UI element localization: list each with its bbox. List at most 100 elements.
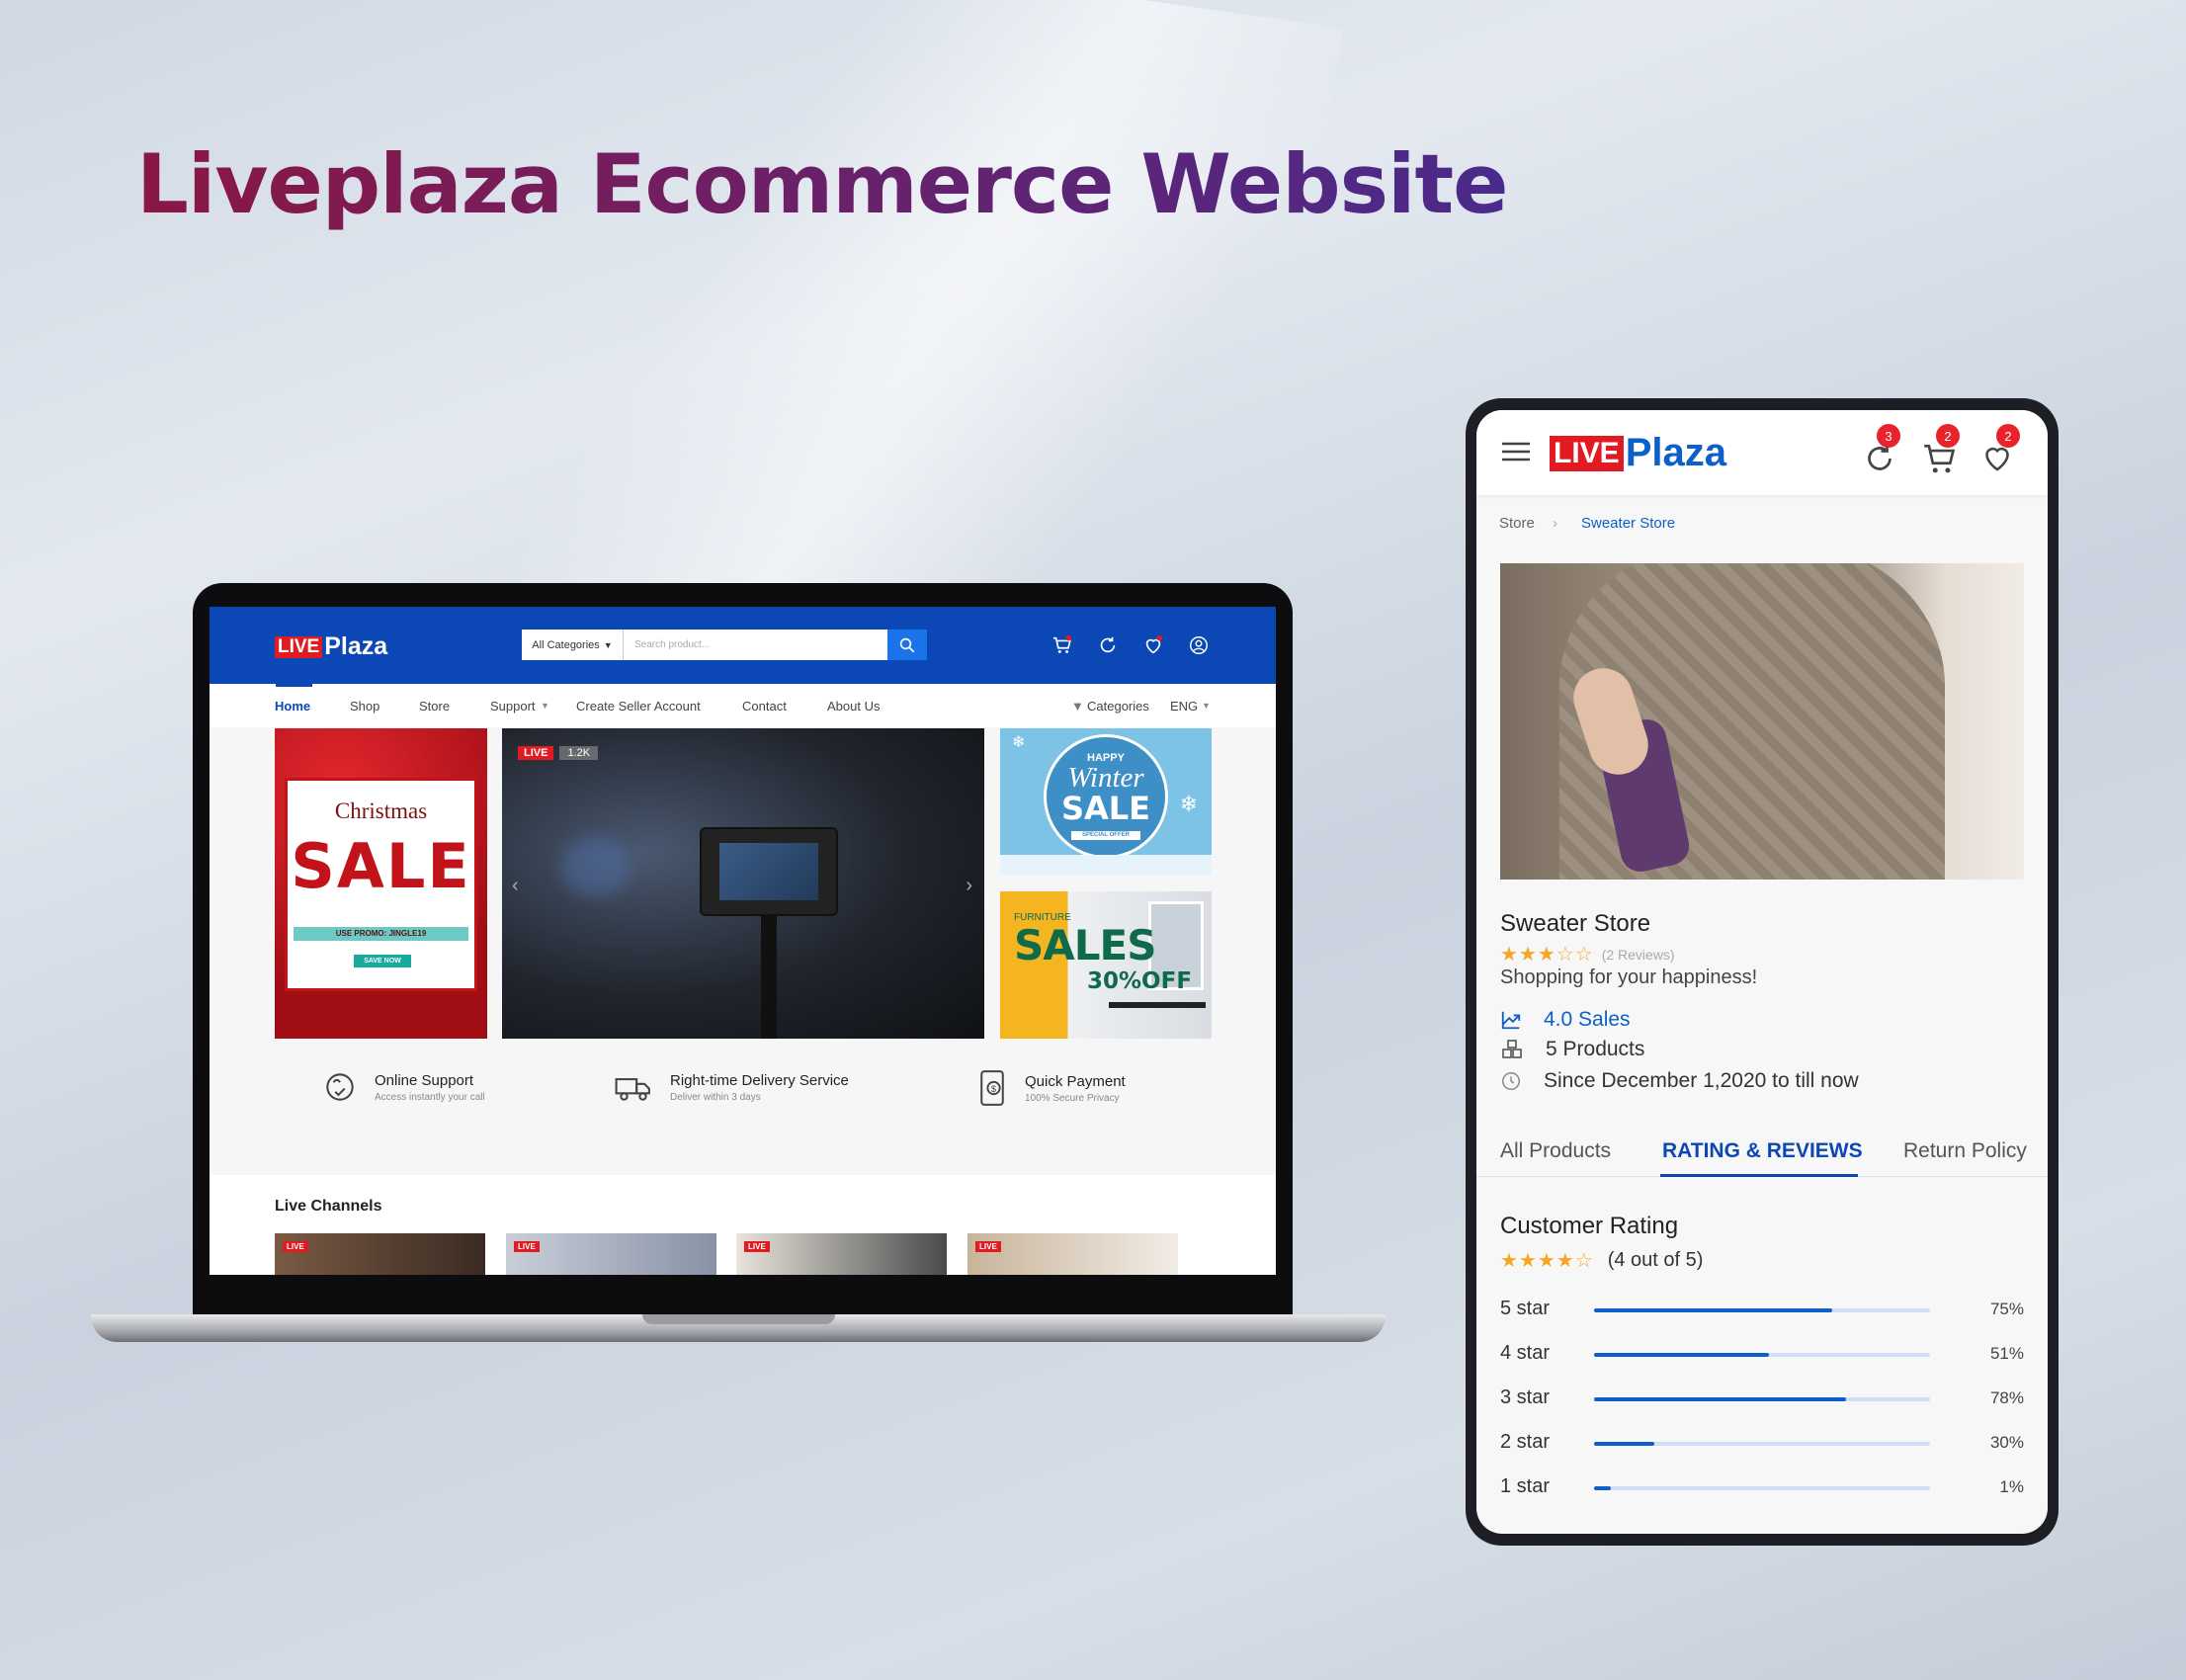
- tab-active-underline: [1660, 1174, 1858, 1177]
- nav-shop[interactable]: Shop: [350, 699, 379, 714]
- store-sales-row: 4.0 Sales: [1500, 1008, 1631, 1032]
- account-icon[interactable]: [1188, 634, 1210, 656]
- desktop-logo[interactable]: LIVE Plaza: [275, 632, 387, 661]
- feature-subtitle: Access instantly your call: [375, 1091, 485, 1103]
- store-products-row: 5 Products: [1500, 1038, 1644, 1061]
- rating-row-label: 4 star: [1500, 1342, 1551, 1364]
- camera-body: [700, 827, 838, 916]
- truck-icon: [615, 1078, 650, 1101]
- hamburger-menu-icon[interactable]: [1500, 440, 1532, 463]
- christmas-card: Christmas SALE USE PROMO: JINGLE19 SAVE …: [285, 778, 477, 991]
- live-video-banner[interactable]: LIVE 1.2K ‹ ›: [502, 728, 984, 1039]
- rating-bar-track: [1594, 1353, 1930, 1357]
- rating-row: 5 star 75%: [1500, 1295, 2024, 1324]
- camera-tripod: [761, 916, 777, 1039]
- customer-rating-score: (4 out of 5): [1607, 1249, 1704, 1271]
- desktop-header: LIVE Plaza All Categories ▼ Search produ…: [210, 607, 1276, 684]
- rating-bar-track: [1594, 1308, 1930, 1312]
- live-channels-section: Live Channels LIVE LIVE LIVE LIVE: [210, 1175, 1276, 1275]
- rating-row-percent: 51%: [1989, 1344, 2024, 1363]
- store-sales[interactable]: 4.0 Sales: [1544, 1008, 1631, 1032]
- cart-icon[interactable]: [1051, 634, 1073, 656]
- rating-bar-fill: [1594, 1353, 1769, 1357]
- store-products: 5 Products: [1546, 1038, 1645, 1060]
- wishlist-badge: 2: [1996, 424, 2020, 448]
- bokeh-light: [561, 837, 631, 896]
- save-now-button[interactable]: SAVE NOW: [354, 955, 411, 967]
- live-channel-card[interactable]: LIVE: [506, 1233, 716, 1275]
- nav-contact[interactable]: Contact: [742, 699, 787, 714]
- rating-row: 4 star 51%: [1500, 1339, 2024, 1369]
- language-select[interactable]: ENG: [1170, 699, 1198, 714]
- caret-down-icon: ▼: [603, 639, 613, 650]
- live-badge: LIVE: [283, 1241, 308, 1252]
- christmas-heading: Christmas: [334, 798, 428, 823]
- customer-rating-summary: ★★★★☆ (4 out of 5): [1500, 1248, 1703, 1273]
- live-channel-card[interactable]: LIVE: [736, 1233, 947, 1275]
- refresh-icon[interactable]: [1097, 634, 1119, 656]
- store-tabs: All Products RATING & REVIEWS Return Pol…: [1476, 1130, 2048, 1177]
- tab-rating-reviews[interactable]: RATING & REVIEWS: [1662, 1139, 1863, 1163]
- feature-subtitle: Deliver within 3 days: [670, 1091, 761, 1103]
- feature-title: Quick Payment: [1025, 1072, 1126, 1090]
- refresh-badge: 3: [1877, 424, 1900, 448]
- logo-live: LIVE: [1550, 435, 1624, 471]
- support-caret-icon: ▼: [541, 701, 549, 711]
- rating-row: 1 star 1%: [1500, 1472, 2024, 1502]
- rating-bar-track: [1594, 1397, 1930, 1401]
- boxes-icon: [1502, 1040, 1522, 1058]
- payment-icon: $: [980, 1070, 1004, 1106]
- furniture-sales: SALES: [1014, 921, 1156, 969]
- store-since: Since December 1,2020 to till now: [1544, 1069, 1859, 1092]
- nav-store[interactable]: Store: [419, 699, 450, 714]
- nav-create-seller-account[interactable]: Create Seller Account: [576, 699, 701, 714]
- tab-all-products[interactable]: All Products: [1500, 1139, 1611, 1163]
- viewer-count: 1.2K: [559, 746, 599, 760]
- logo-plaza: Plaza: [324, 632, 388, 660]
- rating-row-percent: 75%: [1989, 1300, 2024, 1318]
- store-since-row: Since December 1,2020 to till now: [1500, 1069, 1859, 1093]
- carousel-prev-icon[interactable]: ‹: [512, 875, 519, 897]
- desktop-nav: Home Shop Store Support ▼ Create Seller …: [210, 684, 1276, 727]
- winter-tag: SPECIAL OFFER: [1071, 831, 1140, 840]
- christmas-sale-banner[interactable]: Christmas SALE USE PROMO: JINGLE19 SAVE …: [275, 728, 487, 1039]
- svg-text:$: $: [991, 1084, 996, 1094]
- furniture-table: [1109, 1002, 1206, 1008]
- nav-support[interactable]: Support: [490, 699, 536, 714]
- cart-badge: 2: [1936, 424, 1960, 448]
- christmas-sale-text: SALE: [291, 830, 471, 902]
- winter-sale-banner[interactable]: HAPPY Winter SALE SPECIAL OFFER ❄ ❄: [1000, 728, 1212, 875]
- live-channel-card[interactable]: LIVE: [275, 1233, 485, 1275]
- review-count[interactable]: (2 Reviews): [1602, 947, 1675, 963]
- store-name: Sweater Store: [1500, 910, 1651, 937]
- store-rating-stars: ★★★☆☆: [1500, 944, 1594, 966]
- live-badge: LIVE: [975, 1241, 1001, 1252]
- rating-row-percent: 30%: [1989, 1433, 2024, 1452]
- feature-online-support: Online Support Access instantly your call: [321, 1068, 485, 1106]
- feature-subtitle: 100% Secure Privacy: [1025, 1092, 1120, 1104]
- rating-bar-fill: [1594, 1442, 1655, 1446]
- snowflake-icon: ❄: [1179, 792, 1198, 816]
- search-input[interactable]: Search product...: [624, 630, 887, 660]
- store-tagline: Shopping for your happiness!: [1500, 966, 1758, 988]
- furniture-sale-banner[interactable]: FURNITURE SALES 30%OFF: [1000, 891, 1212, 1039]
- nav-about-us[interactable]: About Us: [827, 699, 880, 714]
- breadcrumb-separator-icon: ›: [1553, 515, 1557, 532]
- nav-home[interactable]: Home: [275, 699, 310, 714]
- mobile-logo[interactable]: LIVE Plaza: [1550, 431, 1726, 475]
- breadcrumb-store[interactable]: Store: [1499, 515, 1535, 532]
- rating-row-percent: 78%: [1989, 1388, 2024, 1407]
- furniture-off: 30%OFF: [1087, 968, 1193, 994]
- carousel-next-icon[interactable]: ›: [966, 875, 972, 897]
- trending-up-icon: [1501, 1011, 1521, 1030]
- nav-categories[interactable]: Categories: [1087, 699, 1149, 714]
- search-button[interactable]: [887, 630, 927, 660]
- category-select[interactable]: All Categories ▼: [522, 630, 624, 660]
- store-cover-image: [1500, 563, 2024, 880]
- mobile-header: LIVE Plaza 3 2 2: [1476, 410, 2048, 495]
- wishlist-icon[interactable]: [1142, 634, 1164, 656]
- live-channel-card[interactable]: LIVE: [967, 1233, 1178, 1275]
- tab-return-policy[interactable]: Return Policy: [1903, 1139, 2027, 1163]
- mobile-screen: LIVE Plaza 3 2 2 Store › Sweater Store S…: [1476, 410, 2048, 1534]
- page-title: Liveplaza Ecommerce Website: [136, 136, 1508, 232]
